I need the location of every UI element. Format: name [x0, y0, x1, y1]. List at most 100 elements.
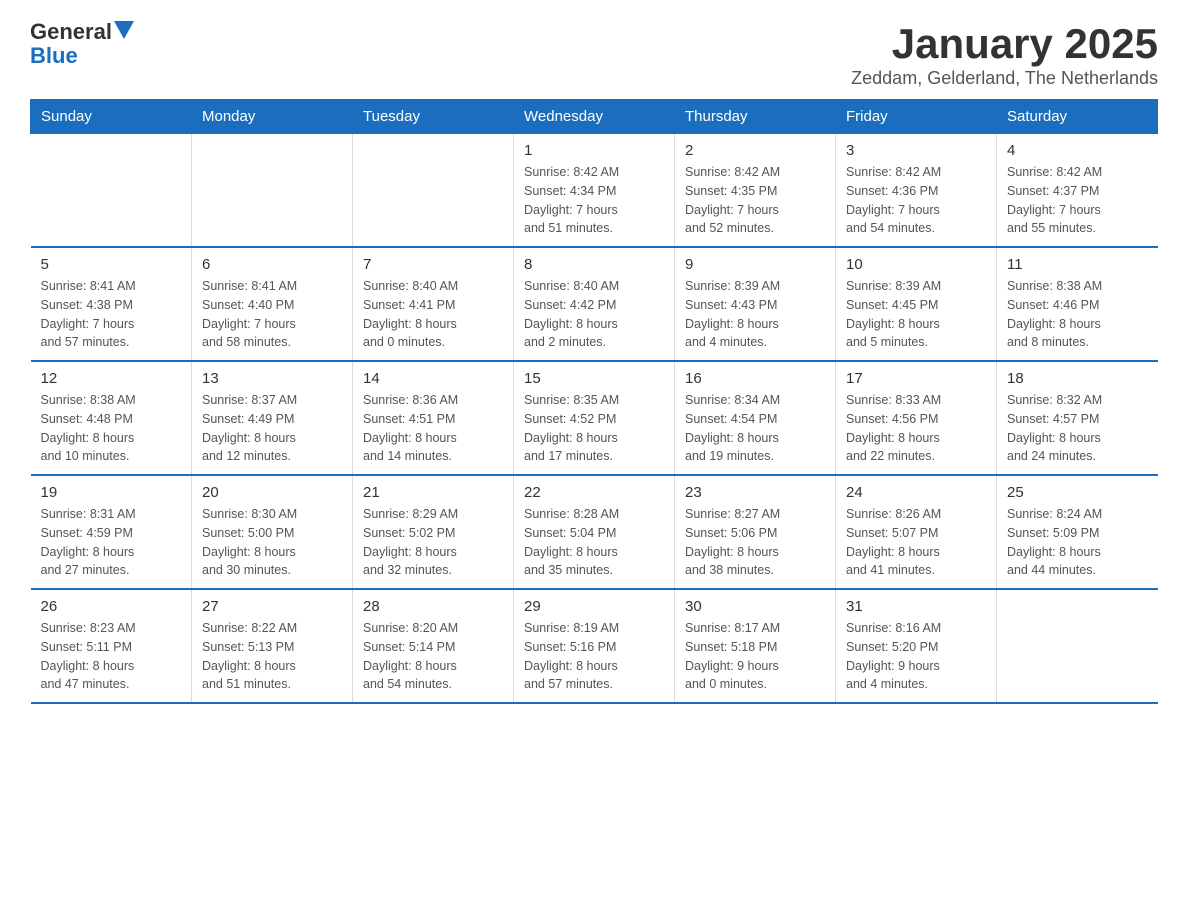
- day-of-week-header: Monday: [192, 100, 353, 134]
- calendar-week-row: 19 Sunrise: 8:31 AMSunset: 4:59 PMDayligh…: [31, 475, 1158, 589]
- day-number: 17: [846, 370, 986, 387]
- calendar-cell: [31, 134, 192, 248]
- day-info: Sunrise: 8:40 AMSunset: 4:42 PMDaylight:…: [524, 277, 664, 352]
- calendar-cell: 12 Sunrise: 8:38 AMSunset: 4:48 PMDayligh…: [31, 361, 192, 475]
- day-number: 18: [1007, 370, 1148, 387]
- day-number: 7: [363, 256, 503, 273]
- calendar-cell: [997, 589, 1158, 703]
- days-of-week-row: SundayMondayTuesdayWednesdayThursdayFrid…: [31, 100, 1158, 134]
- day-info: Sunrise: 8:16 AMSunset: 5:20 PMDaylight:…: [846, 619, 986, 694]
- logo-general-text: General: [30, 20, 112, 44]
- calendar-cell: 6Sunrise: 8:41 AMSunset: 4:40 PMDaylight…: [192, 247, 353, 361]
- day-number: 12: [41, 370, 182, 387]
- calendar-cell: 29 Sunrise: 8:19 AMSunset: 5:16 PMDayligh…: [514, 589, 675, 703]
- day-info: Sunrise: 8:41 AMSunset: 4:38 PMDaylight:…: [41, 277, 182, 352]
- day-number: 24: [846, 484, 986, 501]
- day-number: 1: [524, 142, 664, 159]
- calendar-cell: [192, 134, 353, 248]
- day-info: Sunrise: 8:42 AMSunset: 4:34 PMDaylight:…: [524, 163, 664, 238]
- day-info: Sunrise: 8:32 AMSunset: 4:57 PMDaylight:…: [1007, 391, 1148, 466]
- calendar-week-row: 1 Sunrise: 8:42 AMSunset: 4:34 PMDaylight…: [31, 134, 1158, 248]
- day-info: Sunrise: 8:34 AMSunset: 4:54 PMDaylight:…: [685, 391, 825, 466]
- page-subtitle: Zeddam, Gelderland, The Netherlands: [851, 68, 1158, 89]
- calendar-cell: 3 Sunrise: 8:42 AMSunset: 4:36 PMDaylight…: [836, 134, 997, 248]
- day-info: Sunrise: 8:42 AMSunset: 4:37 PMDaylight:…: [1007, 163, 1148, 238]
- day-info: Sunrise: 8:19 AMSunset: 5:16 PMDaylight:…: [524, 619, 664, 694]
- calendar-cell: 18 Sunrise: 8:32 AMSunset: 4:57 PMDayligh…: [997, 361, 1158, 475]
- calendar-cell: 2 Sunrise: 8:42 AMSunset: 4:35 PMDaylight…: [675, 134, 836, 248]
- day-number: 15: [524, 370, 664, 387]
- day-info: Sunrise: 8:23 AMSunset: 5:11 PMDaylight:…: [41, 619, 182, 694]
- calendar-cell: 14 Sunrise: 8:36 AMSunset: 4:51 PMDayligh…: [353, 361, 514, 475]
- day-number: 3: [846, 142, 986, 159]
- day-of-week-header: Friday: [836, 100, 997, 134]
- calendar-header: SundayMondayTuesdayWednesdayThursdayFrid…: [31, 100, 1158, 134]
- day-of-week-header: Thursday: [675, 100, 836, 134]
- day-number: 19: [41, 484, 182, 501]
- page-title: January 2025: [851, 20, 1158, 68]
- calendar-cell: 22Sunrise: 8:28 AMSunset: 5:04 PMDayligh…: [514, 475, 675, 589]
- day-number: 29: [524, 598, 664, 615]
- calendar-cell: 21Sunrise: 8:29 AMSunset: 5:02 PMDayligh…: [353, 475, 514, 589]
- calendar-table: SundayMondayTuesdayWednesdayThursdayFrid…: [30, 99, 1158, 704]
- calendar-cell: 20 Sunrise: 8:30 AMSunset: 5:00 PMDayligh…: [192, 475, 353, 589]
- day-of-week-header: Saturday: [997, 100, 1158, 134]
- day-number: 10: [846, 256, 986, 273]
- title-block: January 2025 Zeddam, Gelderland, The Net…: [851, 20, 1158, 89]
- calendar-cell: 1 Sunrise: 8:42 AMSunset: 4:34 PMDaylight…: [514, 134, 675, 248]
- day-info: Sunrise: 8:27 AMSunset: 5:06 PMDaylight:…: [685, 505, 825, 580]
- calendar-cell: 27Sunrise: 8:22 AMSunset: 5:13 PMDayligh…: [192, 589, 353, 703]
- calendar-cell: 25Sunrise: 8:24 AMSunset: 5:09 PMDayligh…: [997, 475, 1158, 589]
- day-number: 31: [846, 598, 986, 615]
- day-info: Sunrise: 8:26 AMSunset: 5:07 PMDaylight:…: [846, 505, 986, 580]
- calendar-cell: 26Sunrise: 8:23 AMSunset: 5:11 PMDayligh…: [31, 589, 192, 703]
- day-number: 6: [202, 256, 342, 273]
- calendar-cell: 9 Sunrise: 8:39 AMSunset: 4:43 PMDaylight…: [675, 247, 836, 361]
- calendar-cell: 8Sunrise: 8:40 AMSunset: 4:42 PMDaylight…: [514, 247, 675, 361]
- day-info: Sunrise: 8:42 AMSunset: 4:36 PMDaylight:…: [846, 163, 986, 238]
- day-info: Sunrise: 8:42 AMSunset: 4:35 PMDaylight:…: [685, 163, 825, 238]
- day-number: 20: [202, 484, 342, 501]
- day-number: 22: [524, 484, 664, 501]
- calendar-body: 1 Sunrise: 8:42 AMSunset: 4:34 PMDaylight…: [31, 134, 1158, 704]
- day-info: Sunrise: 8:29 AMSunset: 5:02 PMDaylight:…: [363, 505, 503, 580]
- day-of-week-header: Sunday: [31, 100, 192, 134]
- day-number: 5: [41, 256, 182, 273]
- calendar-cell: 31 Sunrise: 8:16 AMSunset: 5:20 PMDayligh…: [836, 589, 997, 703]
- day-number: 13: [202, 370, 342, 387]
- calendar-cell: [353, 134, 514, 248]
- day-info: Sunrise: 8:33 AMSunset: 4:56 PMDaylight:…: [846, 391, 986, 466]
- day-info: Sunrise: 8:37 AMSunset: 4:49 PMDaylight:…: [202, 391, 342, 466]
- day-info: Sunrise: 8:38 AMSunset: 4:48 PMDaylight:…: [41, 391, 182, 466]
- day-number: 11: [1007, 256, 1148, 273]
- day-info: Sunrise: 8:30 AMSunset: 5:00 PMDaylight:…: [202, 505, 342, 580]
- day-info: Sunrise: 8:38 AMSunset: 4:46 PMDaylight:…: [1007, 277, 1148, 352]
- logo-triangle-icon: [114, 21, 134, 41]
- day-number: 9: [685, 256, 825, 273]
- day-number: 16: [685, 370, 825, 387]
- day-info: Sunrise: 8:39 AMSunset: 4:43 PMDaylight:…: [685, 277, 825, 352]
- day-info: Sunrise: 8:36 AMSunset: 4:51 PMDaylight:…: [363, 391, 503, 466]
- calendar-cell: 30Sunrise: 8:17 AMSunset: 5:18 PMDayligh…: [675, 589, 836, 703]
- day-info: Sunrise: 8:20 AMSunset: 5:14 PMDaylight:…: [363, 619, 503, 694]
- day-number: 14: [363, 370, 503, 387]
- day-of-week-header: Tuesday: [353, 100, 514, 134]
- calendar-cell: 17 Sunrise: 8:33 AMSunset: 4:56 PMDayligh…: [836, 361, 997, 475]
- logo: General Blue: [30, 20, 134, 68]
- calendar-cell: 15 Sunrise: 8:35 AMSunset: 4:52 PMDayligh…: [514, 361, 675, 475]
- calendar-cell: 10Sunrise: 8:39 AMSunset: 4:45 PMDayligh…: [836, 247, 997, 361]
- day-number: 2: [685, 142, 825, 159]
- day-info: Sunrise: 8:35 AMSunset: 4:52 PMDaylight:…: [524, 391, 664, 466]
- calendar-week-row: 5 Sunrise: 8:41 AMSunset: 4:38 PMDaylight…: [31, 247, 1158, 361]
- day-info: Sunrise: 8:31 AMSunset: 4:59 PMDaylight:…: [41, 505, 182, 580]
- calendar-cell: 13 Sunrise: 8:37 AMSunset: 4:49 PMDayligh…: [192, 361, 353, 475]
- page-header: General Blue January 2025 Zeddam, Gelder…: [30, 20, 1158, 89]
- day-number: 4: [1007, 142, 1148, 159]
- calendar-cell: 5 Sunrise: 8:41 AMSunset: 4:38 PMDaylight…: [31, 247, 192, 361]
- calendar-week-row: 12 Sunrise: 8:38 AMSunset: 4:48 PMDayligh…: [31, 361, 1158, 475]
- calendar-cell: 11 Sunrise: 8:38 AMSunset: 4:46 PMDayligh…: [997, 247, 1158, 361]
- calendar-cell: 4 Sunrise: 8:42 AMSunset: 4:37 PMDaylight…: [997, 134, 1158, 248]
- day-of-week-header: Wednesday: [514, 100, 675, 134]
- calendar-cell: 23Sunrise: 8:27 AMSunset: 5:06 PMDayligh…: [675, 475, 836, 589]
- day-number: 25: [1007, 484, 1148, 501]
